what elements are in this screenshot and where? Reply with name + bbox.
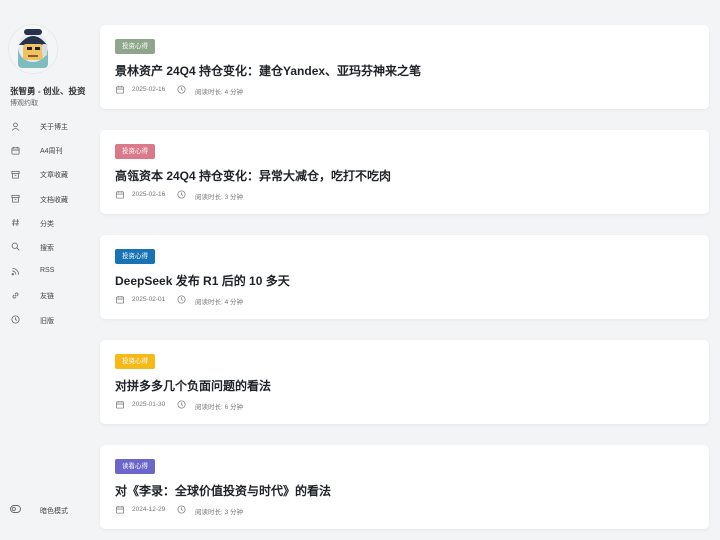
dark-mode-toggle[interactable]: 暗色模式 bbox=[0, 502, 96, 518]
hash-icon bbox=[10, 218, 20, 228]
post-title[interactable]: 对《李录：全球价值投资与时代》的看法 bbox=[115, 482, 331, 499]
post-date: 2025-02-01 bbox=[132, 296, 166, 303]
author-name: 张智勇 - 创业、投资 bbox=[10, 86, 86, 96]
sidebar-item-search[interactable]: 搜索 bbox=[0, 235, 96, 259]
sidebar-item-rss[interactable]: RSS bbox=[0, 259, 96, 283]
category-tag[interactable]: 投资心得 bbox=[115, 354, 155, 369]
sidebar-item-categories[interactable]: 分类 bbox=[0, 211, 96, 235]
calendar-icon bbox=[115, 85, 125, 96]
archive-icon bbox=[10, 169, 20, 179]
clock-icon bbox=[177, 295, 186, 306]
post-date: 2025-01-30 bbox=[132, 401, 166, 408]
sidebar-item-old-version[interactable]: 旧版 bbox=[0, 308, 96, 332]
clock-icon bbox=[177, 400, 186, 411]
clock-icon bbox=[177, 190, 186, 201]
sidebar-item-article-favorites[interactable]: 文章收藏 bbox=[0, 162, 96, 186]
sidebar-item-label: A4周刊 bbox=[40, 148, 63, 156]
link-icon bbox=[10, 290, 20, 300]
sidebar-item-label: 搜索 bbox=[40, 244, 54, 252]
calendar-icon bbox=[115, 505, 125, 516]
reading-time: 阅读时长: 3 分钟 bbox=[195, 509, 244, 516]
sidebar-item-label: 旧版 bbox=[40, 317, 54, 325]
sidebar-item-weekly[interactable]: A4周刊 bbox=[0, 138, 96, 162]
dark-mode-label: 暗色模式 bbox=[40, 508, 68, 515]
reading-time: 阅读时长: 4 分钟 bbox=[195, 89, 244, 96]
avatar[interactable] bbox=[9, 25, 57, 73]
post-card[interactable]: 投资心得 景林资产 24Q4 持仓变化：建仓Yandex、亚玛芬神来之笔 202… bbox=[100, 25, 709, 109]
calendar-icon bbox=[115, 295, 125, 306]
clock-icon bbox=[10, 315, 20, 325]
user-icon bbox=[10, 121, 20, 131]
rss-icon bbox=[10, 266, 20, 276]
category-tag[interactable]: 投资心得 bbox=[115, 39, 155, 54]
sidebar-item-label: 文章收藏 bbox=[40, 172, 68, 180]
calendar-icon bbox=[115, 190, 125, 201]
calendar-icon bbox=[10, 145, 20, 155]
post-date: 2024-12-29 bbox=[132, 506, 166, 513]
post-title[interactable]: 景林资产 24Q4 持仓变化：建仓Yandex、亚玛芬神来之笔 bbox=[115, 62, 421, 79]
post-date: 2025-02-16 bbox=[132, 191, 166, 198]
post-card[interactable]: 读看心得 对《李录：全球价值投资与时代》的看法 2024-12-29 阅读时长:… bbox=[100, 445, 709, 529]
category-tag[interactable]: 投资心得 bbox=[115, 249, 155, 264]
sidebar-item-label: RSS bbox=[40, 267, 55, 275]
post-date: 2025-02-16 bbox=[132, 86, 166, 93]
post-title[interactable]: 对拼多多几个负面问题的看法 bbox=[115, 377, 271, 394]
clock-icon bbox=[177, 505, 186, 516]
category-tag[interactable]: 读看心得 bbox=[115, 459, 155, 474]
sidebar-item-label: 分类 bbox=[40, 220, 54, 228]
reading-time: 阅读时长: 6 分钟 bbox=[195, 404, 244, 411]
clock-icon bbox=[177, 85, 186, 96]
author-subtitle: 博观约取 bbox=[10, 100, 38, 107]
sidebar-item-about[interactable]: 关于博主 bbox=[0, 114, 96, 138]
sidebar-item-label: 关于博主 bbox=[40, 124, 68, 131]
sidebar-item-label: 友链 bbox=[40, 293, 54, 301]
toggle-icon bbox=[10, 505, 21, 515]
post-card[interactable]: 投资心得 高瓴资本 24Q4 持仓变化：异常大减仓，吃打不吃肉 2025-02-… bbox=[100, 130, 709, 214]
sidebar-nav: 关于博主 A4周刊 文章收藏 文档收藏 分类 搜索 RSS 友链 旧版 bbox=[0, 114, 96, 332]
post-card[interactable]: 投资心得 DeepSeek 发布 R1 后的 10 多天 2025-02-01 … bbox=[100, 235, 709, 319]
sidebar-item-links[interactable]: 友链 bbox=[0, 283, 96, 307]
post-title[interactable]: DeepSeek 发布 R1 后的 10 多天 bbox=[115, 272, 290, 289]
calendar-icon bbox=[115, 400, 125, 411]
post-card[interactable]: 投资心得 对拼多多几个负面问题的看法 2025-01-30 阅读时长: 6 分钟 bbox=[100, 340, 709, 424]
sidebar-item-doc-favorites[interactable]: 文档收藏 bbox=[0, 187, 96, 211]
sidebar: 张智勇 - 创业、投资 博观约取 关于博主 A4周刊 文章收藏 文档收藏 分类 … bbox=[0, 0, 96, 540]
sidebar-item-label: 文档收藏 bbox=[40, 196, 68, 204]
search-icon bbox=[10, 242, 20, 252]
post-title[interactable]: 高瓴资本 24Q4 持仓变化：异常大减仓，吃打不吃肉 bbox=[115, 167, 391, 184]
archive-icon bbox=[10, 194, 20, 204]
category-tag[interactable]: 投资心得 bbox=[115, 144, 155, 159]
reading-time: 阅读时长: 3 分钟 bbox=[195, 194, 244, 201]
reading-time: 阅读时长: 4 分钟 bbox=[195, 299, 244, 306]
